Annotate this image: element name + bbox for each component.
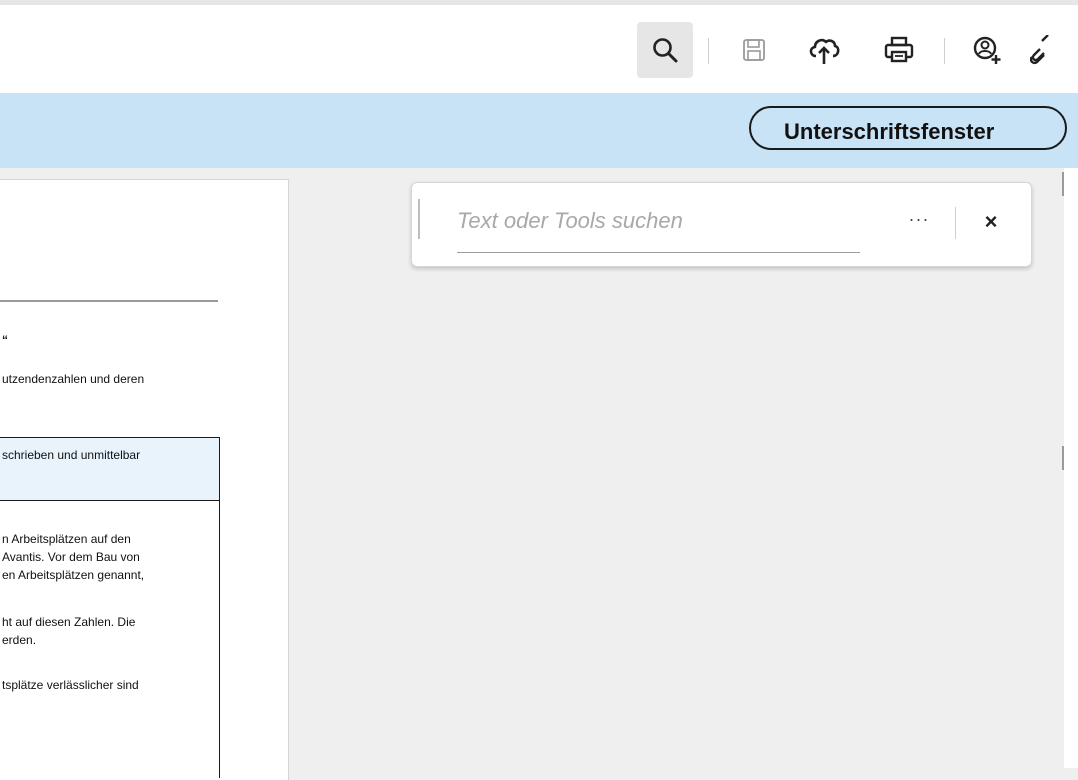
search-panel: ··· ×: [411, 182, 1032, 267]
search-icon: [653, 38, 678, 63]
print-button[interactable]: [871, 22, 927, 78]
signature-window-button[interactable]: Unterschriftsfenster: [749, 106, 1067, 150]
doc-paragraph-line: Avantis. Vor dem Bau von: [2, 550, 140, 564]
toolbar-separator: [944, 38, 945, 64]
right-panel-handle[interactable]: [1062, 446, 1070, 470]
doc-horizontal-rule: [0, 300, 218, 302]
doc-table-header: schrieben und unmittelbar: [0, 438, 219, 501]
doc-paragraph-line: ht auf diesen Zahlen. Die: [2, 615, 136, 629]
signature-ribbon: Unterschriftsfenster: [0, 93, 1078, 168]
save-button[interactable]: [726, 22, 782, 78]
document-page[interactable]: “ utzendenzahlen und deren schrieben und…: [0, 179, 289, 780]
search-button[interactable]: [637, 22, 693, 78]
add-person-icon: [973, 36, 1001, 64]
top-toolbar: [0, 5, 1078, 93]
doc-paragraph-line: en Arbeitsplätzen genannt,: [2, 568, 145, 582]
doc-table-header-text: schrieben und unmittelbar: [2, 448, 141, 462]
cloud-upload-icon: [809, 38, 840, 64]
doc-line: utzendenzahlen und deren: [2, 372, 145, 386]
save-icon: [743, 39, 765, 61]
doc-heading-fragment: “: [2, 333, 8, 347]
more-options-button[interactable]: ···: [902, 209, 936, 237]
search-panel-separator: [955, 207, 956, 239]
doc-paragraph-line: tsplätze verlässlicher sind: [2, 678, 139, 692]
printer-icon: [884, 36, 914, 63]
doc-paragraph-line: n Arbeitsplätzen auf den: [2, 532, 131, 546]
doc-table-box: schrieben und unmittelbar n Arbeitsplätz…: [0, 437, 220, 778]
add-user-button[interactable]: [959, 22, 1015, 78]
close-search-button[interactable]: ×: [978, 209, 1004, 239]
doc-paragraph-line: erden.: [2, 633, 37, 647]
right-panel-handle[interactable]: [1062, 172, 1070, 196]
link-button[interactable]: [1030, 22, 1078, 78]
search-input[interactable]: [457, 197, 860, 253]
toolbar-separator: [708, 38, 709, 64]
upload-button[interactable]: [796, 22, 852, 78]
link-icon: [1030, 35, 1049, 65]
search-panel-caret: [418, 199, 420, 239]
